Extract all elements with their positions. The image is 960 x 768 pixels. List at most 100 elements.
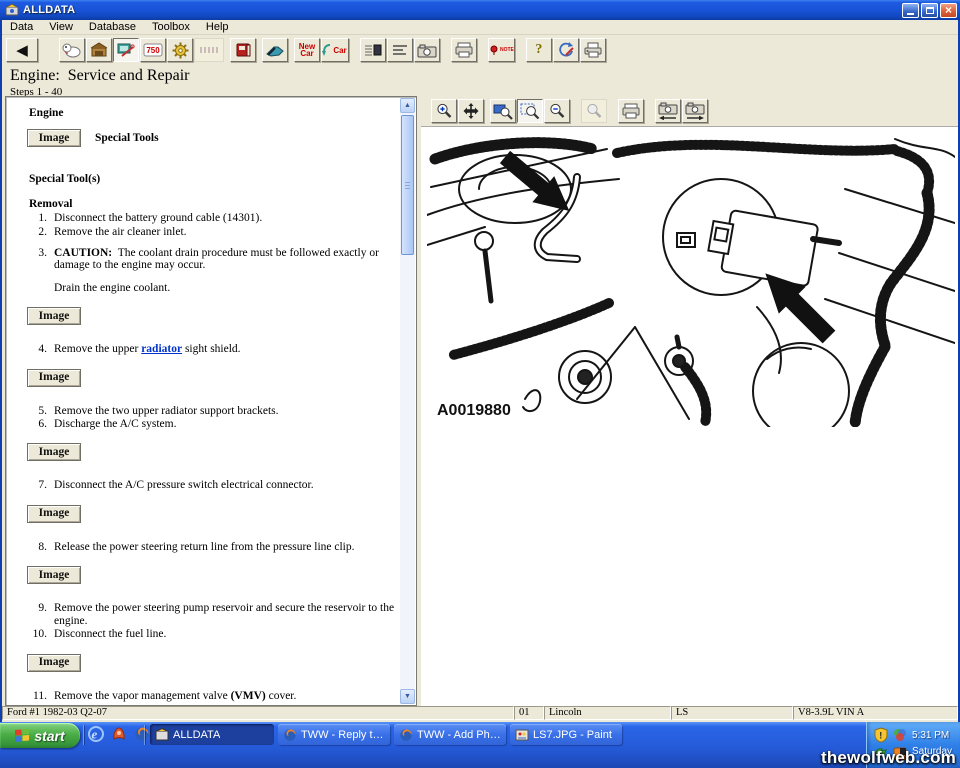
step-text: Remove the two upper radiator support br… <box>54 405 279 417</box>
fit-to-window-button[interactable] <box>517 99 543 123</box>
printer-icon <box>454 42 474 58</box>
scroll-thumb[interactable] <box>401 115 414 255</box>
previous-image-button[interactable] <box>655 99 681 123</box>
zoom-out-button[interactable] <box>544 99 570 123</box>
step-number: 2. <box>23 226 47 238</box>
next-image-button[interactable] <box>682 99 708 123</box>
images-view-button[interactable] <box>414 38 440 62</box>
menu-database[interactable]: Database <box>81 20 144 34</box>
image-button[interactable]: Image <box>27 566 81 584</box>
menu-toolbox[interactable]: Toolbox <box>144 20 198 34</box>
image-button[interactable]: Image <box>27 369 81 387</box>
vertical-scrollbar[interactable]: ▲ ▼ <box>400 98 415 704</box>
taskbtn-alldata[interactable]: ALLDATA <box>150 724 274 745</box>
text-lines-icon <box>392 44 408 56</box>
tools-button[interactable] <box>262 38 288 62</box>
pushpin-icon <box>489 45 499 55</box>
radiator-link[interactable]: radiator <box>141 343 182 355</box>
close-button[interactable]: × <box>940 3 957 18</box>
fax-button[interactable] <box>580 38 606 62</box>
step-number: 7. <box>23 479 47 491</box>
image-button[interactable]: Image <box>27 129 81 147</box>
list-view-button[interactable] <box>360 38 386 62</box>
browse-button[interactable] <box>194 38 224 62</box>
step-text-pre: Remove the upper <box>54 343 141 355</box>
menu-help[interactable]: Help <box>198 20 237 34</box>
mascot-button[interactable] <box>59 38 85 62</box>
zoom-region-button[interactable] <box>490 99 516 123</box>
restore-button[interactable] <box>921 3 938 18</box>
text-view-button[interactable] <box>387 38 413 62</box>
scroll-up-arrow[interactable]: ▲ <box>400 98 415 113</box>
firefox-task-icon <box>399 728 413 742</box>
image-button[interactable]: Image <box>27 654 81 672</box>
zoom-in-button[interactable] <box>431 99 457 123</box>
magnifier-disabled-icon <box>585 102 603 120</box>
step-number: 3. <box>23 247 47 272</box>
shop-computer-button[interactable] <box>113 38 139 62</box>
refresh-pencil-icon <box>557 42 575 58</box>
image-button[interactable]: Image <box>27 443 81 461</box>
start-button[interactable]: start <box>0 723 80 748</box>
quicklaunch-icon-firefox[interactable] <box>134 726 150 742</box>
step-text: Disconnect the A/C pressure switch elect… <box>54 479 314 491</box>
start-label: start <box>34 728 64 744</box>
step-number: 5. <box>23 405 47 417</box>
vmv-label: (VMV) <box>231 690 266 702</box>
title-bar[interactable]: ALLDATA × <box>0 0 960 20</box>
step-item: 7. Disconnect the A/C pressure switch ele… <box>23 479 396 491</box>
section-title: Engine <box>29 107 396 119</box>
print-button[interactable] <box>451 38 477 62</box>
step-text: CAUTION: The coolant drain procedure mus… <box>54 247 396 272</box>
task-label: LS7.JPG - Paint <box>533 729 612 741</box>
odometer-button[interactable]: 750 <box>140 38 166 62</box>
figure-label: A0019880 <box>437 402 511 419</box>
help-button[interactable]: ? <box>526 38 552 62</box>
taskbtn-tww-reply[interactable]: TWW - Reply to Topic... <box>278 724 390 745</box>
step-text-post: cover. <box>266 690 297 702</box>
taskbtn-tww-add-photos[interactable]: TWW - Add Photos - ... <box>394 724 506 745</box>
new-car-button[interactable]: New Car <box>294 38 320 62</box>
taskbar-separator <box>83 725 84 745</box>
garage-button[interactable] <box>86 38 112 62</box>
pan-button[interactable] <box>458 99 484 123</box>
task-label: ALLDATA <box>173 729 220 741</box>
image-button[interactable]: Image <box>27 307 81 325</box>
list-image-icon <box>364 43 382 57</box>
scroll-down-arrow[interactable]: ▼ <box>400 689 415 704</box>
alldata-window: ALLDATA × Data View Database Toolbox Hel… <box>0 0 960 722</box>
car-history-button[interactable]: Car <box>321 38 349 62</box>
update-button[interactable] <box>553 38 579 62</box>
menu-data[interactable]: Data <box>2 20 41 34</box>
minimize-button[interactable] <box>902 3 919 18</box>
dog-icon <box>62 41 82 59</box>
step-item: 6.Discharge the A/C system. <box>23 418 396 430</box>
step-item: 2.Remove the air cleaner inlet. <box>23 226 396 238</box>
status-code: 01 <box>514 706 544 720</box>
security-alert-icon[interactable]: ! <box>873 727 889 743</box>
browse-placeholder <box>200 47 218 53</box>
quicklaunch-icon-media[interactable] <box>111 726 127 742</box>
magnifier-plus-icon <box>435 102 453 120</box>
zoom-selection-button-disabled <box>581 99 607 123</box>
manual-button[interactable] <box>230 38 256 62</box>
step-number: 1. <box>23 212 47 224</box>
settings-button[interactable] <box>167 38 193 62</box>
hand-tool-icon <box>265 42 285 58</box>
tray-icon-colorful[interactable] <box>892 727 908 743</box>
fax-printer-icon <box>583 42 603 58</box>
image-button[interactable]: Image <box>27 505 81 523</box>
menu-view[interactable]: View <box>41 20 81 34</box>
quick-launch: e <box>88 726 150 742</box>
figure-viewport[interactable]: A0019880 <box>421 126 958 706</box>
print-image-button[interactable] <box>618 99 644 123</box>
printer-icon <box>621 103 641 119</box>
taskbtn-paint[interactable]: LS7.JPG - Paint <box>510 724 622 745</box>
image-panel: A0019880 <box>421 96 958 706</box>
step-number: 8. <box>23 541 47 553</box>
quicklaunch-icon-ie[interactable]: e <box>88 726 104 742</box>
notes-button[interactable]: NOTE <box>488 38 515 62</box>
back-arrow-icon: ◀ <box>16 43 28 58</box>
back-button[interactable]: ◀ <box>6 38 38 62</box>
car-label: Car <box>332 47 348 54</box>
